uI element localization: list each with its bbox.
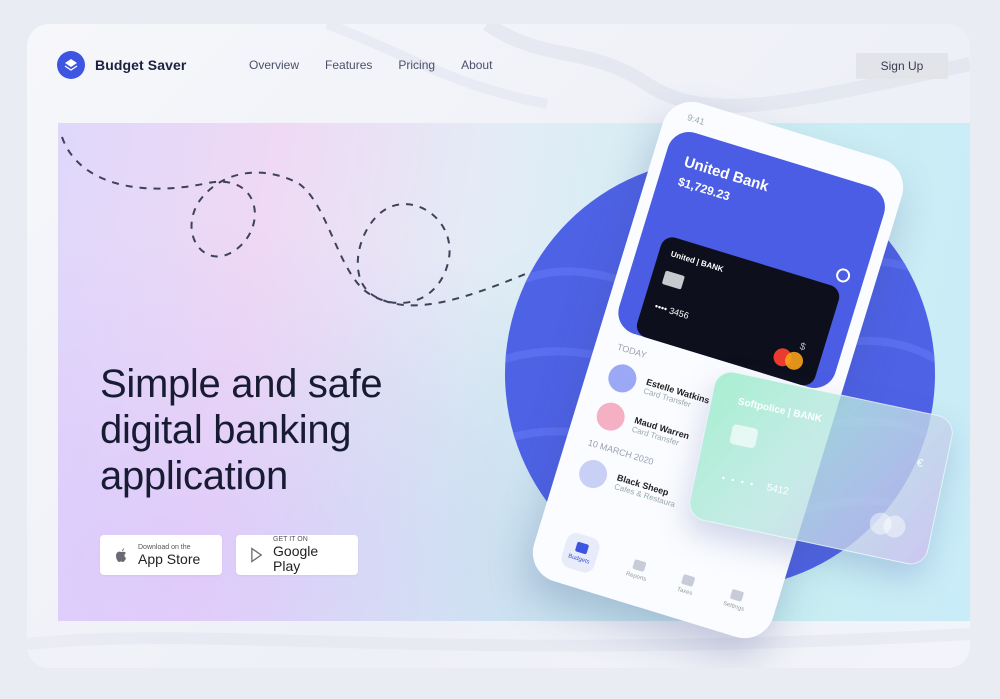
nav-overview[interactable]: Overview [249, 58, 299, 72]
tab-label: Budgets [567, 553, 591, 566]
headline-line-1: Simple and safe [100, 362, 383, 406]
tab-label: Settings [722, 600, 745, 613]
headline-line-3: application [100, 454, 288, 498]
euro-icon: € [915, 456, 925, 470]
settings-icon [729, 588, 745, 602]
headline-line-2: digital banking [100, 408, 352, 452]
pencil-icon [680, 573, 696, 587]
card-number: •••• 3456 [653, 301, 691, 321]
nav-about[interactable]: About [461, 58, 492, 72]
card-chip-icon [661, 270, 685, 290]
hero-headline: Simple and safe digital banking applicat… [100, 361, 460, 499]
glass-card-title: Softpolice | BANK [736, 396, 823, 425]
apple-icon [116, 548, 126, 562]
gear-icon[interactable] [834, 266, 852, 285]
black-bank-card[interactable]: United | BANK •••• 3456 $ [633, 234, 843, 389]
tab-taxes[interactable]: Taxes [676, 573, 697, 597]
tab-label: Reports [625, 571, 647, 584]
card-currency: $ [798, 341, 807, 354]
landing-frame: Budget Saver Overview Features Pricing A… [27, 24, 970, 668]
google-play-button[interactable]: GET IT ON Google Play [236, 535, 358, 575]
transaction-item[interactable]: Black Sheep Cafes & Restaura [575, 456, 681, 513]
glass-card-dots: • • • • [720, 472, 757, 490]
phone-time: 9:41 [686, 112, 706, 127]
signup-button[interactable]: Sign Up [856, 53, 948, 79]
avatar [604, 360, 640, 396]
google-play-text: GET IT ON Google Play [273, 536, 344, 574]
nav-features[interactable]: Features [325, 58, 372, 72]
glass-card-number: 5412 [765, 482, 790, 498]
app-store-big: App Store [138, 550, 201, 567]
nav-pricing[interactable]: Pricing [398, 58, 435, 72]
google-play-icon [251, 547, 263, 563]
main-nav: Overview Features Pricing About [249, 58, 518, 72]
today-label: TODAY [615, 341, 648, 361]
avatar [593, 399, 629, 435]
app-store-text: Download on the App Store [138, 544, 200, 567]
tab-budgets[interactable]: Budgets [559, 530, 603, 576]
brand-name: Budget Saver [95, 57, 187, 73]
card-chip-icon [729, 423, 759, 449]
tab-label: Taxes [676, 586, 693, 598]
google-play-big: Google Play [273, 543, 319, 574]
wallet-icon [575, 541, 590, 555]
tab-reports[interactable]: Reports [625, 558, 651, 583]
tab-settings[interactable]: Settings [722, 587, 749, 613]
card-brand-icon [867, 510, 908, 540]
cafe-icon [575, 456, 611, 492]
logo-mark-icon [57, 51, 85, 79]
app-store-button[interactable]: Download on the App Store [100, 535, 222, 575]
card-title: United | BANK [669, 249, 725, 274]
brand-logo[interactable]: Budget Saver [57, 51, 186, 79]
chart-icon [632, 559, 647, 573]
bank-balance-panel: United Bank $1,729.23 United | BANK ••••… [612, 126, 891, 394]
